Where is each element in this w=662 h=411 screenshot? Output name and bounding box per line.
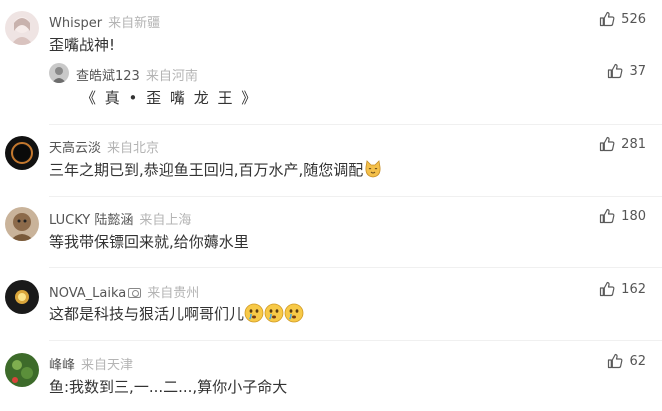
like-count: 526 [621,11,646,27]
like-button[interactable]: 281 [599,136,646,152]
like-count: 162 [621,281,646,297]
comment-meta: 天高云淡 来自北京 [49,137,159,156]
comment-text: 等我带保镖回来就,给你薅水里 [49,233,249,251]
avatar[interactable] [5,136,39,170]
divider [49,267,662,268]
thumbs-up-icon [599,136,615,152]
divider [49,196,662,197]
username[interactable]: Whisper [49,16,102,31]
username[interactable]: 峰峰 [49,358,75,373]
comment-text: 鱼:我数到三,一...二...,算你小子命大 [49,378,288,396]
divider [49,124,662,125]
like-button[interactable]: 37 [607,63,646,79]
crying-face-icon [244,303,264,323]
thumbs-up-icon [599,208,615,224]
like-count: 37 [629,63,646,79]
location: 来自河南 [145,69,198,84]
like-count: 180 [621,208,646,224]
avatar[interactable] [5,280,39,314]
avatar[interactable] [5,11,39,45]
comment-meta: LUCKY 陆懿涵 来自上海 [49,209,191,228]
comment-meta: Whisper 来自新疆 [49,12,160,31]
thumbs-up-icon [607,353,623,369]
username[interactable]: 查皓斌123 [76,69,140,84]
camera-icon [128,288,142,298]
location: 来自北京 [107,141,160,156]
crying-face-icon [284,303,304,323]
comment-meta: NOVA_Laika 来自贵州 [49,282,199,301]
comment-meta: 峰峰 来自天津 [49,354,133,373]
location: 来自新疆 [108,16,161,31]
username[interactable]: LUCKY 陆懿涵 [49,213,133,228]
like-button[interactable]: 526 [599,11,646,27]
thumbs-up-icon [599,11,615,27]
like-button[interactable]: 162 [599,281,646,297]
comment-text-content: 这都是科技与狠活儿啊哥们儿 [49,305,245,323]
divider [49,340,662,341]
like-count: 62 [629,353,646,369]
reply-meta: 查皓斌123 来自河南 [76,65,198,84]
like-button[interactable]: 180 [599,208,646,224]
location: 来自贵州 [147,286,200,301]
like-button[interactable]: 62 [607,353,646,369]
comment-text: 歪嘴战神! [49,36,116,54]
avatar[interactable] [5,207,39,241]
cat-face-icon [363,159,383,179]
comment-text: 三年之期已到,恭迎鱼王回归,百万水产,随您调配 [49,159,383,180]
username[interactable]: 天高云淡 [49,141,101,156]
location: 来自上海 [139,213,192,228]
like-count: 281 [621,136,646,152]
crying-face-icon [264,303,284,323]
location: 来自天津 [81,358,134,373]
comment-text: 这都是科技与狠活儿啊哥们儿 [49,303,304,324]
avatar[interactable] [49,63,69,83]
thumbs-up-icon [607,63,623,79]
reply-text: 《 真 • 歪 嘴 龙 王 》 [81,89,259,107]
comment-text-content: 三年之期已到,恭迎鱼王回归,百万水产,随您调配 [49,161,364,179]
username[interactable]: NOVA_Laika [49,286,126,301]
thumbs-up-icon [599,281,615,297]
avatar[interactable] [5,353,39,387]
